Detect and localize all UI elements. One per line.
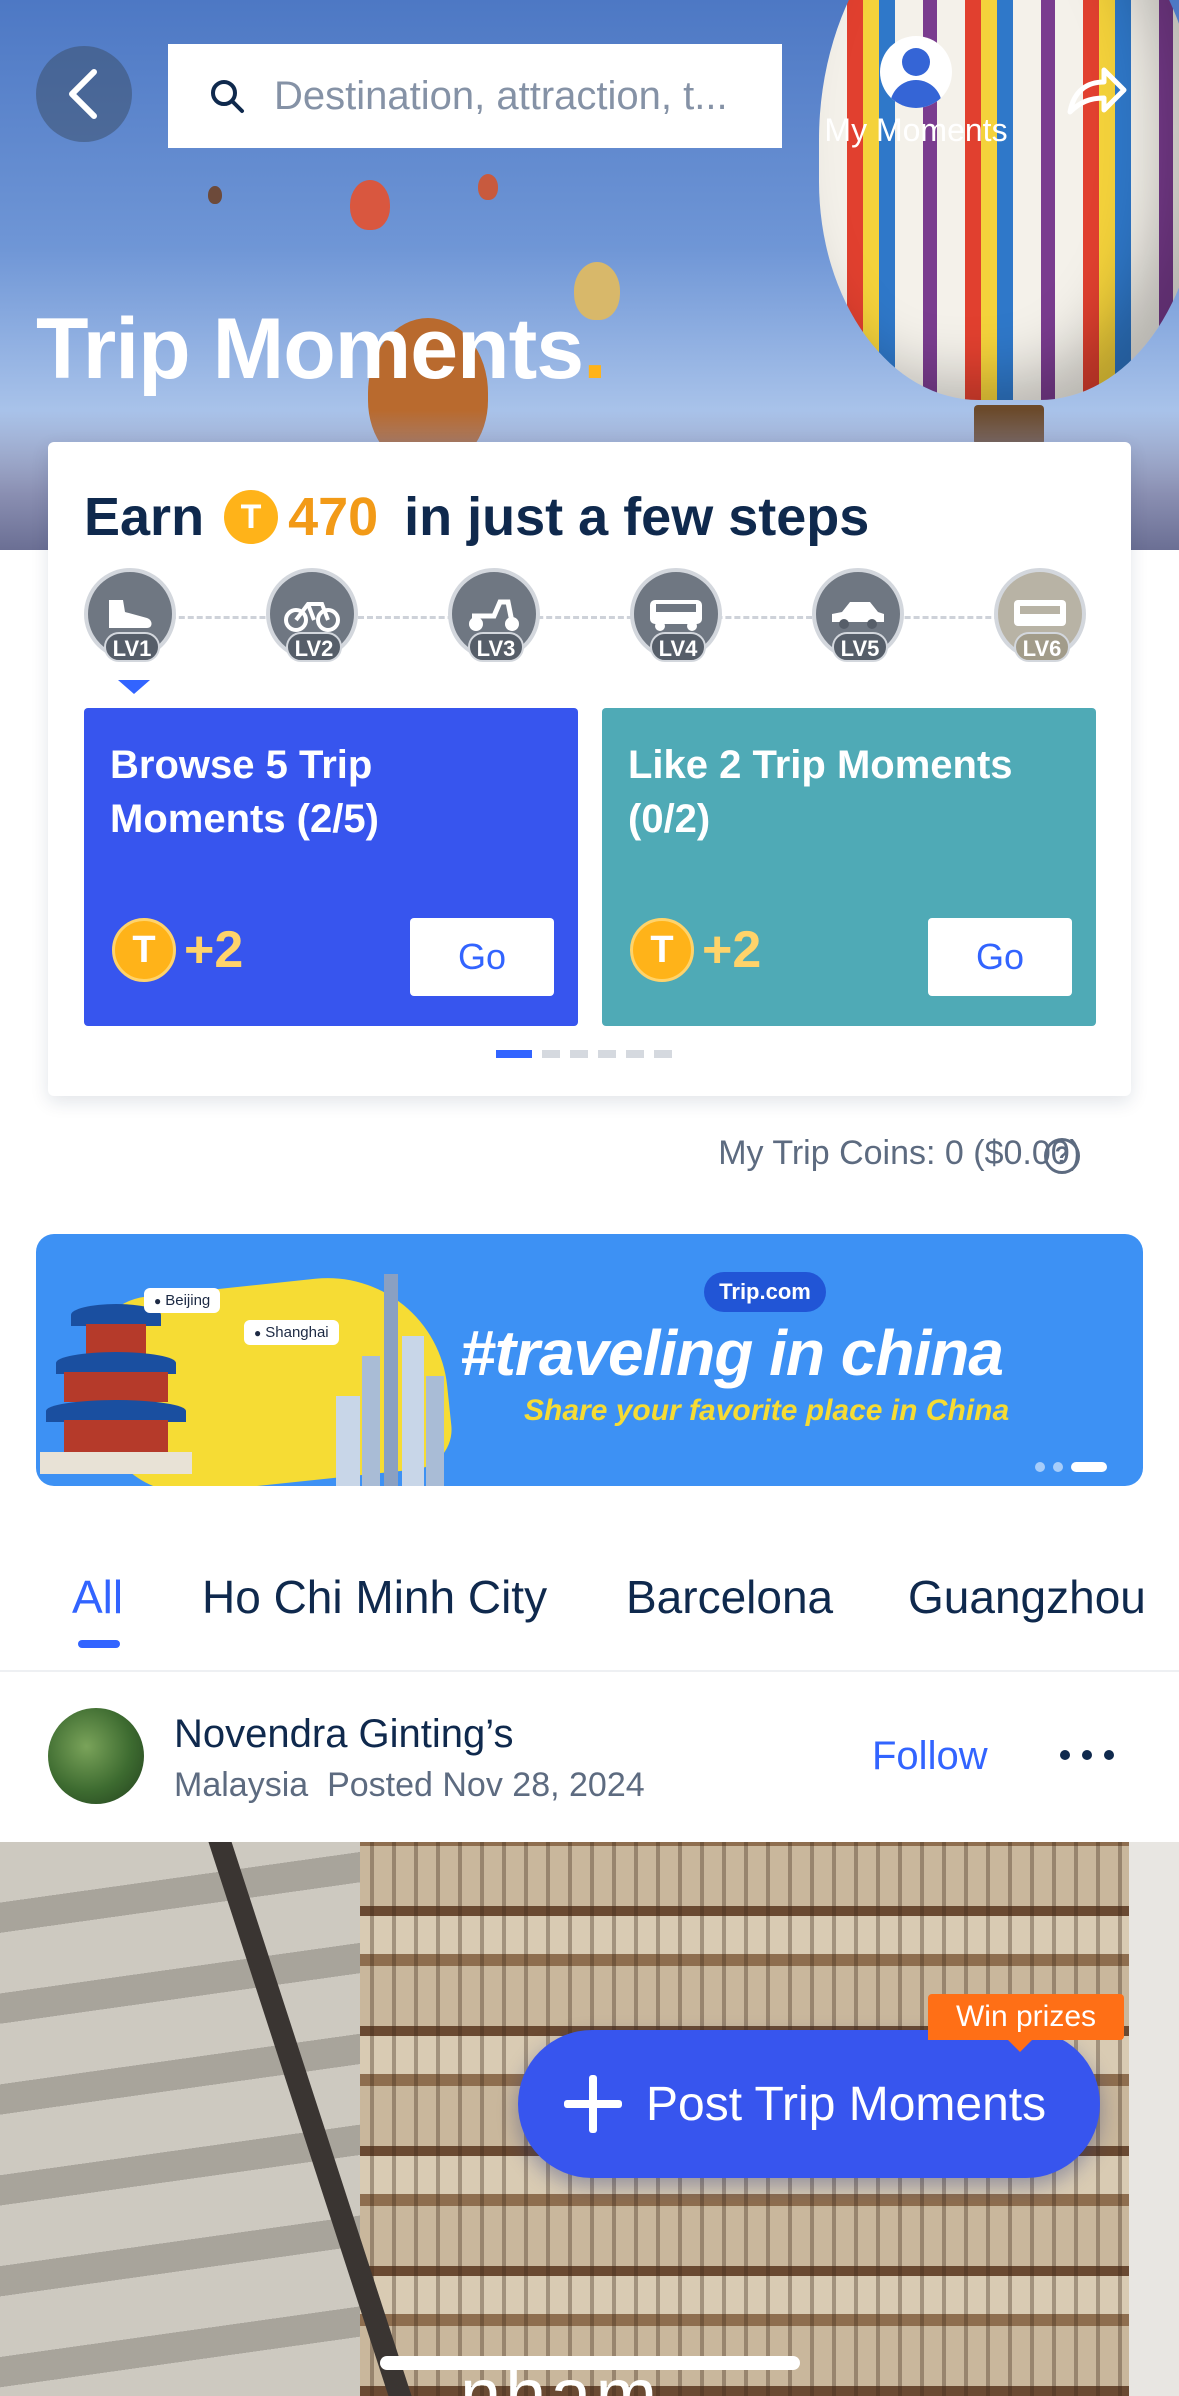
task-pager (496, 1050, 672, 1058)
user-avatar-icon (880, 36, 952, 108)
task-reward: T +2 (630, 918, 761, 982)
pager-dot (496, 1050, 532, 1058)
temple-illustration (40, 1304, 192, 1474)
level-lv1[interactable]: LV1 (84, 568, 184, 694)
brand-badge: Trip.com (704, 1272, 826, 1312)
post-date: Posted Nov 28, 2024 (327, 1766, 645, 1804)
post-meta: Malaysia Posted Nov 28, 2024 (174, 1766, 645, 1805)
trip-coin-icon: T (224, 490, 279, 544)
search-icon (211, 80, 244, 113)
task-card-browse[interactable]: Browse 5 Trip Moments (2/5) T +2 Go (84, 708, 578, 1026)
small-balloon-5 (208, 186, 222, 204)
destination-tabs: All Ho Chi Minh City Barcelona Guangzhou (0, 1560, 1179, 1672)
author-name[interactable]: Novendra Ginting’s (174, 1712, 513, 1757)
plus-icon (564, 2075, 622, 2133)
train-icon (1014, 600, 1066, 626)
map-pin-shanghai: Shanghai (244, 1320, 339, 1345)
post-trip-moments-button[interactable]: Post Trip Moments (518, 2030, 1100, 2178)
search-input[interactable]: Destination, attraction, t... (168, 44, 782, 148)
small-balloon-1 (350, 180, 390, 230)
map-pin-beijing: Beijing (144, 1288, 221, 1313)
small-balloon-2 (478, 174, 498, 200)
level-lv3[interactable]: LV3 (448, 568, 548, 668)
banner-title: #traveling in china (460, 1317, 1004, 1389)
pager-dot (570, 1050, 588, 1058)
tab-ho-chi-minh-city[interactable]: Ho Chi Minh City (202, 1570, 547, 1624)
chevron-left-icon (69, 69, 97, 119)
banner-dot (1035, 1462, 1045, 1472)
car-icon (832, 602, 884, 629)
pager-dot (654, 1050, 672, 1058)
banner-subtitle: Share your favorite place in China (524, 1394, 1010, 1427)
tab-all[interactable]: All (72, 1570, 123, 1624)
author-country: Malaysia (174, 1766, 309, 1804)
help-icon[interactable]: ? (1044, 1138, 1080, 1174)
promo-banner[interactable]: Beijing Shanghai Trip.com #traveling in … (36, 1234, 1143, 1486)
earn-coins-card: Earn T 470 in just a few steps LV1 LV2 L… (48, 442, 1131, 1096)
go-button[interactable]: Go (928, 918, 1072, 996)
banner-dot (1071, 1462, 1107, 1472)
trip-coin-icon: T (630, 918, 694, 982)
go-button[interactable]: Go (410, 918, 554, 996)
level-lv2[interactable]: LV2 (266, 568, 366, 668)
banner-pager (1035, 1462, 1107, 1472)
bicycle-icon (284, 602, 340, 632)
pager-dot (626, 1050, 644, 1058)
tab-guangzhou[interactable]: Guangzhou (908, 1570, 1146, 1624)
win-prizes-badge: Win prizes (928, 1994, 1124, 2052)
follow-button[interactable]: Follow (872, 1734, 988, 1779)
banner-dot (1053, 1462, 1063, 1472)
level-lv6[interactable]: LV6 (994, 568, 1094, 668)
pager-dot (598, 1050, 616, 1058)
trip-coins-balance: My Trip Coins: 0 ($0.00) (718, 1134, 1081, 1172)
share-button[interactable] (1064, 60, 1128, 124)
page-title: Trip Moments. (36, 301, 607, 397)
earn-title: Earn T 470 in just a few steps (84, 487, 870, 547)
post-button-label: Post Trip Moments (646, 2077, 1047, 2131)
bus-icon (650, 600, 702, 631)
share-icon (1067, 67, 1127, 115)
more-options-icon[interactable] (1060, 1750, 1114, 1760)
back-button[interactable] (36, 46, 132, 142)
task-card-like[interactable]: Like 2 Trip Moments (0/2) T +2 Go (602, 708, 1096, 1026)
skyline-illustration (336, 1274, 446, 1486)
earn-amount: 470 (288, 487, 379, 547)
author-avatar[interactable] (48, 1708, 144, 1804)
level-lv4[interactable]: LV4 (630, 568, 730, 668)
task-reward: T +2 (112, 918, 243, 982)
home-indicator[interactable] (380, 2356, 800, 2370)
tab-barcelona[interactable]: Barcelona (626, 1570, 833, 1624)
sneaker-icon (109, 600, 152, 628)
active-tab-indicator (78, 1640, 120, 1648)
level-lv5[interactable]: LV5 (812, 568, 912, 668)
scooter-icon (469, 599, 519, 631)
my-moments-label: My Moments (824, 112, 1008, 148)
trip-coin-icon: T (112, 918, 176, 982)
wall (1129, 1842, 1179, 2396)
task-title: Like 2 Trip Moments (0/2) (628, 743, 1013, 841)
task-title: Browse 5 Trip Moments (2/5) (110, 743, 379, 841)
pager-dot (542, 1050, 560, 1058)
level-track: LV1 LV2 LV3 LV4 LV5 LV6 (84, 568, 1104, 698)
search-placeholder: Destination, attraction, t... (274, 73, 728, 118)
post-header: Novendra Ginting’s Malaysia Posted Nov 2… (0, 1674, 1179, 1842)
my-moments-button[interactable]: My Moments (818, 36, 1014, 149)
